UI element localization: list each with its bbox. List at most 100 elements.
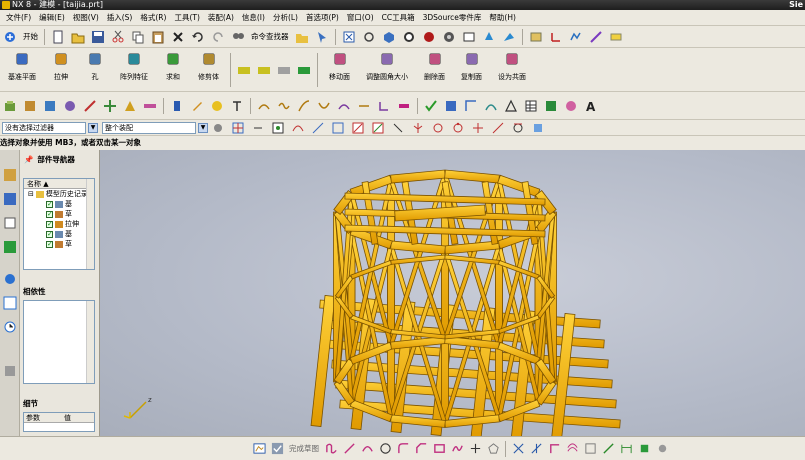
visibility-checkbox[interactable] [46,209,53,219]
sync-modeling-tool-3-icon[interactable] [276,62,292,78]
tree-node[interactable]: 拉伸 [24,219,94,229]
graphics-window[interactable]: z [100,150,805,436]
table-icon[interactable] [523,98,539,114]
deviation-icon[interactable] [463,98,479,114]
tree-node[interactable]: 草 [24,209,94,219]
curve-tool-4-icon[interactable] [316,98,332,114]
geometric-constraints-icon[interactable] [601,442,615,456]
menu-item[interactable]: 视图(V) [69,12,103,23]
delete-icon[interactable] [170,29,186,45]
mirror-curve-icon[interactable] [583,442,597,456]
pencil-icon[interactable] [189,98,205,114]
save-icon[interactable] [90,29,106,45]
menu-item[interactable]: 3DSource零件库 [419,12,486,23]
navigator-column-header[interactable]: 名称 ▲ [24,179,94,189]
snap-rect-icon[interactable] [330,120,346,136]
sync-modeling-tool-2-icon[interactable] [256,62,272,78]
menu-item[interactable]: 帮助(H) [485,12,520,23]
curve-tool-5-icon[interactable] [336,98,352,114]
menu-item[interactable]: 信息(I) [238,12,269,23]
reuse-library-tab-icon[interactable] [3,240,17,254]
offset-curve-icon[interactable] [565,442,579,456]
extrude-button[interactable]: 拉伸 [52,50,70,90]
finish-sketch-icon[interactable] [270,442,284,456]
steel-frame-model[interactable] [310,169,621,436]
spreadsheet-icon[interactable] [543,98,559,114]
layer-settings-icon[interactable] [528,29,544,45]
snap-mid-icon[interactable] [370,120,386,136]
snap-arrow-icon[interactable] [250,120,266,136]
snap-edge-icon[interactable] [310,120,326,136]
menu-item[interactable]: 工具(T) [170,12,203,23]
finish-sketch-label[interactable]: 完成草图 [289,443,319,454]
auto-constrain-icon[interactable] [655,442,669,456]
assembly-navigator-tab-icon[interactable] [3,192,17,206]
move-face-button[interactable]: 移动面 [329,50,350,90]
wcs-icon[interactable] [548,29,564,45]
mate-icon[interactable] [62,98,78,114]
polygon-icon[interactable] [486,442,500,456]
pattern-feature-button[interactable]: 阵列特征 [120,50,148,90]
surface-analysis-icon[interactable] [443,98,459,114]
snap-control-icon[interactable] [390,120,406,136]
menu-item[interactable]: 装配(A) [204,12,238,23]
menu-item[interactable]: 分析(L) [269,12,302,23]
copy-face-button[interactable]: 复制面 [461,50,482,90]
selection-scope-dropdown[interactable]: 整个装配 [102,121,196,134]
mirror-assembly-icon[interactable] [122,98,138,114]
start-icon[interactable] [2,29,18,45]
select-general-icon[interactable] [210,120,226,136]
unite-button[interactable]: 求和 [164,50,182,90]
snap-curve-icon[interactable] [290,120,306,136]
pin-icon[interactable]: 📌 [24,155,33,164]
part-navigator-tab-icon[interactable] [3,168,17,182]
undo-icon[interactable] [190,29,206,45]
component-icon[interactable] [22,98,38,114]
menu-item[interactable]: 窗口(O) [343,12,378,23]
visibility-checkbox[interactable] [46,199,53,209]
rotate-view-icon[interactable] [361,29,377,45]
curve-tool-6-icon[interactable] [356,98,372,114]
command-finder-button[interactable]: 命令查找器 [251,31,289,42]
copy-icon[interactable] [130,29,146,45]
fillet-icon[interactable] [396,442,410,456]
battery-icon[interactable] [169,98,185,114]
snap-existing-icon[interactable] [470,120,486,136]
snap-tangent-icon[interactable] [510,120,526,136]
text-tool-icon[interactable] [229,98,245,114]
profile-icon[interactable] [324,442,338,456]
constraint-navigator-tab-icon[interactable] [3,216,17,230]
menu-item[interactable]: 格式(R) [136,12,170,23]
edit-object-display-icon[interactable] [608,29,624,45]
tree-scrollbar[interactable] [86,179,94,269]
snap-surface-icon[interactable] [530,120,546,136]
paste-icon[interactable] [150,29,166,45]
curve-tool-2-icon[interactable] [276,98,292,114]
quick-extend-icon[interactable] [529,442,543,456]
chevron-down-icon[interactable]: ▼ [88,122,98,133]
details-column-value[interactable]: 值 [64,413,88,422]
dependencies-scrollbar[interactable] [86,301,94,383]
details-column-param[interactable]: 参数 [24,413,64,422]
tree-node[interactable]: 草 [24,239,94,249]
section-view-icon[interactable] [481,29,497,45]
paint-icon[interactable] [209,98,225,114]
selection-filter-dropdown[interactable]: 没有选择过滤器 [2,121,86,134]
fit-view-icon[interactable] [341,29,357,45]
snap-intersect-icon[interactable] [410,120,426,136]
chevron-down-icon[interactable]: ▼ [198,122,208,133]
tree-node[interactable]: ⊟ 模型历史记录 [24,189,94,199]
snap-group-icon[interactable] [270,120,286,136]
display-mode-icon[interactable] [441,29,457,45]
curvature-icon[interactable] [483,98,499,114]
curve-tool-7-icon[interactable] [376,98,392,114]
menu-item[interactable]: 编辑(E) [35,12,69,23]
trim-body-button[interactable]: 修剪体 [198,50,219,90]
edit-section-icon[interactable] [501,29,517,45]
chamfer-icon[interactable] [414,442,428,456]
make-coplanar-button[interactable]: 设为共面 [498,50,526,90]
tree-node[interactable]: 基 [24,199,94,209]
shaded-icon[interactable] [421,29,437,45]
web-browser-tab-icon[interactable] [3,272,17,286]
render-style-icon[interactable] [381,29,397,45]
